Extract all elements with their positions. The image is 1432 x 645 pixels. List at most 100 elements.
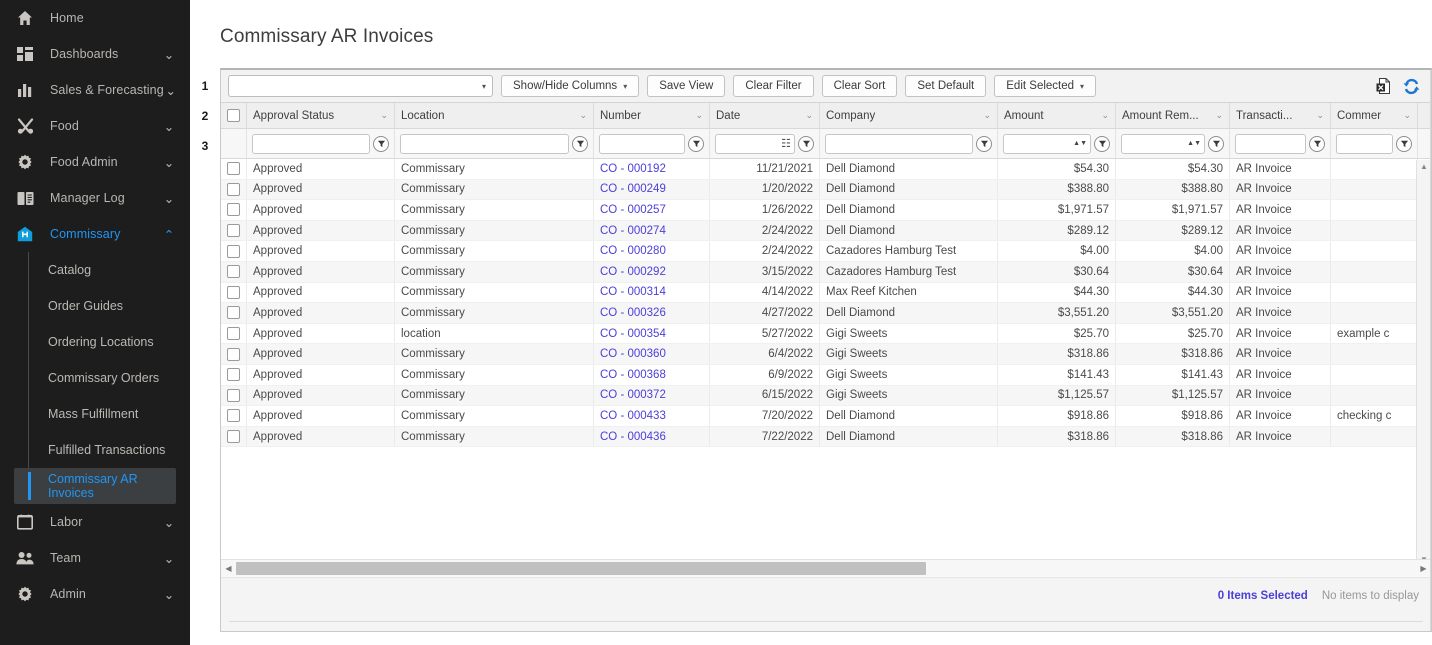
filter-menu-button-company[interactable]: [976, 135, 992, 152]
sidebar-item-manager-log[interactable]: Manager Log ⌄: [0, 180, 190, 216]
filter-input-date[interactable]: ☷: [715, 133, 795, 154]
row-checkbox[interactable]: [227, 162, 240, 176]
table-row[interactable]: Approved Commissary CO - 000249 1/20/2022 De…: [221, 179, 1431, 201]
filter-menu-button-number[interactable]: [688, 135, 704, 152]
horizontal-scroll-track[interactable]: [236, 561, 1416, 575]
chevron-down-icon[interactable]: ⌄: [162, 551, 176, 566]
filter-input-comment[interactable]: [1336, 133, 1393, 154]
table-row[interactable]: Approved Commissary CO - 000433 7/20/2022 De…: [221, 406, 1431, 427]
table-row[interactable]: Approved Commissary CO - 000314 4/14/2022 Ma…: [221, 282, 1431, 304]
row-checkbox[interactable]: [227, 244, 240, 258]
sidebar-subitem-order-guides[interactable]: Order Guides: [0, 288, 190, 324]
sidebar-subitem-commissary-orders[interactable]: Commissary Orders: [0, 360, 190, 396]
filter-input-company[interactable]: [825, 133, 973, 154]
chevron-down-icon[interactable]: ⌄: [979, 110, 991, 121]
table-row[interactable]: Approved Commissary CO - 000360 6/4/2022 Gig…: [221, 344, 1431, 365]
cell-number[interactable]: CO - 000249: [594, 179, 710, 200]
column-header-number[interactable]: Number ⌄: [594, 103, 710, 128]
cell-number[interactable]: CO - 000280: [594, 241, 710, 261]
vertical-scrollbar[interactable]: ▲ ▼: [1416, 160, 1431, 566]
filter-input-amount[interactable]: ▲▼: [1003, 133, 1091, 154]
filter-menu-button-remaining[interactable]: [1208, 135, 1224, 152]
chevron-down-icon[interactable]: ⌄: [575, 110, 587, 121]
sidebar-item-dashboards[interactable]: Dashboards ⌄: [0, 36, 190, 72]
filter-input-number[interactable]: [599, 133, 685, 154]
sidebar-item-admin[interactable]: Admin ⌄: [0, 576, 190, 612]
scroll-left-arrow-icon[interactable]: ◀: [221, 564, 236, 573]
row-checkbox-cell[interactable]: [221, 159, 247, 179]
row-checkbox-cell[interactable]: [221, 385, 247, 406]
row-checkbox-cell[interactable]: [221, 261, 247, 282]
table-row[interactable]: Approved Commissary CO - 000368 6/9/2022 Gig…: [221, 364, 1431, 386]
select-all-header[interactable]: [221, 103, 247, 128]
chevron-down-icon[interactable]: ⌄: [162, 155, 176, 170]
select-all-checkbox[interactable]: [227, 109, 240, 122]
row-checkbox-cell[interactable]: [221, 241, 247, 261]
sidebar-item-commissary[interactable]: Commissary ⌃: [0, 216, 190, 252]
row-checkbox[interactable]: [227, 265, 240, 279]
column-header-amount[interactable]: Amount ⌄: [998, 103, 1116, 128]
filter-menu-button-location[interactable]: [572, 135, 588, 152]
cell-number[interactable]: CO - 000436: [594, 426, 710, 447]
cell-number[interactable]: CO - 000292: [594, 261, 710, 282]
sidebar-item-food-admin[interactable]: Food Admin ⌄: [0, 144, 190, 180]
row-checkbox[interactable]: [227, 203, 240, 217]
row-checkbox-cell[interactable]: [221, 303, 247, 323]
cell-number[interactable]: CO - 000192: [594, 159, 710, 179]
filter-menu-button-comment[interactable]: [1396, 135, 1412, 152]
row-checkbox-cell[interactable]: [221, 323, 247, 344]
spinner-icon[interactable]: ▲▼: [1187, 140, 1201, 147]
cell-number[interactable]: CO - 000314: [594, 282, 710, 303]
show-hide-columns-button[interactable]: Show/Hide Columns ▾: [501, 75, 640, 97]
filter-menu-button-trantype[interactable]: [1309, 135, 1325, 152]
chevron-down-icon[interactable]: ⌄: [691, 110, 703, 121]
sidebar-subitem-mass-fulfillment[interactable]: Mass Fulfillment: [0, 396, 190, 432]
sidebar-subitem-commissary-ar-invoices[interactable]: Commissary AR Invoices: [14, 468, 176, 504]
column-header-company[interactable]: Company ⌄: [820, 103, 998, 128]
sidebar-item-sales-forecasting[interactable]: Sales & Forecasting ⌄: [0, 72, 190, 108]
chevron-down-icon[interactable]: ⌄: [376, 110, 388, 121]
refresh-icon[interactable]: [1399, 74, 1423, 98]
horizontal-scrollbar[interactable]: ◀ ▶: [221, 559, 1431, 576]
sidebar-subitem-catalog[interactable]: Catalog: [0, 252, 190, 288]
table-row[interactable]: Approved Commissary CO - 000326 4/27/2022 De…: [221, 303, 1431, 324]
table-row[interactable]: Approved Commissary CO - 000372 6/15/2022 Gi…: [221, 385, 1431, 407]
table-row[interactable]: Approved Commissary CO - 000192 11/21/2021 D…: [221, 159, 1431, 180]
row-checkbox-cell[interactable]: [221, 200, 247, 220]
chevron-down-icon[interactable]: ⌄: [1097, 110, 1109, 121]
table-row[interactable]: Approved location CO - 000354 5/27/2022 Gigi…: [221, 323, 1431, 345]
row-checkbox[interactable]: [227, 409, 240, 423]
row-checkbox[interactable]: [227, 306, 240, 320]
chevron-down-icon[interactable]: ⌄: [162, 515, 176, 530]
view-select[interactable]: ▾: [228, 75, 493, 97]
chevron-down-icon[interactable]: ⌄: [162, 47, 176, 62]
sidebar-item-home[interactable]: Home: [0, 0, 190, 36]
save-view-button[interactable]: Save View: [647, 75, 726, 97]
chevron-down-icon[interactable]: ⌄: [801, 110, 813, 121]
chevron-down-icon[interactable]: ⌄: [162, 587, 176, 602]
row-checkbox[interactable]: [227, 368, 240, 382]
chevron-up-icon[interactable]: ⌃: [162, 227, 176, 242]
cell-number[interactable]: CO - 000257: [594, 200, 710, 220]
filter-menu-button-status[interactable]: [373, 135, 389, 152]
row-checkbox[interactable]: [227, 327, 240, 341]
chevron-down-icon[interactable]: ⌄: [162, 119, 176, 134]
row-checkbox[interactable]: [227, 224, 240, 238]
cell-number[interactable]: CO - 000433: [594, 406, 710, 426]
filter-menu-button-amount[interactable]: [1094, 135, 1110, 152]
row-checkbox-cell[interactable]: [221, 282, 247, 303]
cell-number[interactable]: CO - 000360: [594, 344, 710, 364]
chevron-down-icon[interactable]: ⌄: [162, 191, 176, 206]
table-row[interactable]: Approved Commissary CO - 000292 3/15/2022 Ca…: [221, 261, 1431, 283]
sidebar-item-team[interactable]: Team ⌄: [0, 540, 190, 576]
row-checkbox-cell[interactable]: [221, 179, 247, 200]
filter-input-location[interactable]: [400, 133, 569, 154]
column-header-date[interactable]: Date ⌄: [710, 103, 820, 128]
filter-input-trantype[interactable]: [1235, 133, 1306, 154]
edit-selected-button[interactable]: Edit Selected ▾: [994, 75, 1097, 97]
cell-number[interactable]: CO - 000326: [594, 303, 710, 323]
filter-input-remaining[interactable]: ▲▼: [1121, 133, 1205, 154]
set-default-button[interactable]: Set Default: [905, 75, 987, 97]
table-row[interactable]: Approved Commissary CO - 000436 7/22/2022 De…: [221, 426, 1431, 448]
row-checkbox-cell[interactable]: [221, 406, 247, 426]
